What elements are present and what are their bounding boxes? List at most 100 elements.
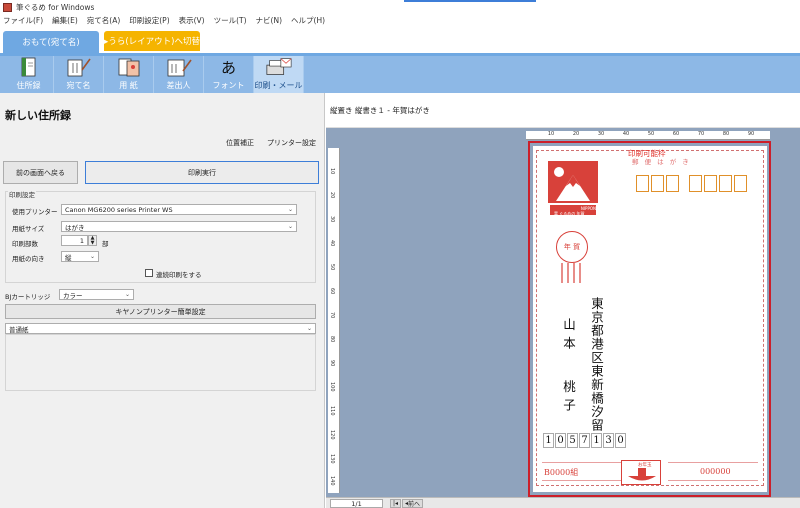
print-execute-button[interactable]: 印刷実行 (85, 161, 319, 184)
ruler-tick-label: 140 (329, 476, 335, 486)
sender-zip-digit: 1 (543, 433, 554, 448)
ruler-tick-label: 20 (329, 192, 335, 199)
chevron-down-icon: ⌄ (89, 253, 95, 260)
panel-links: 位置補正 プリンター設定 (226, 138, 316, 148)
toolbar-print-mail-button[interactable]: 印刷・メール (254, 56, 304, 93)
zip-box (666, 175, 679, 192)
ruler-tick-label: 60 (672, 131, 680, 137)
title-bar: 筆ぐるめ for Windows (0, 0, 800, 14)
toolbar-font-button[interactable]: あ フォント (204, 56, 254, 93)
cartridge-select[interactable]: カラー ⌄ (59, 289, 134, 300)
postcard-heading: 郵 便 は が き (632, 158, 691, 166)
ruler-tick-label: 10 (329, 168, 335, 175)
ruler-tick-label: 40 (329, 240, 335, 247)
tab-switch-back[interactable]: ▸うら(レイアウト)へ切替 (104, 31, 200, 51)
zip-box (719, 175, 732, 192)
ruler-tick-label: 30 (329, 216, 335, 223)
paper-icon (115, 56, 143, 78)
status-bar: 1/1 |◂ ◂ 前へ (326, 497, 800, 508)
canon-easy-setup-button[interactable]: キヤノンプリンター簡単設定 (5, 304, 316, 319)
menu-view[interactable]: 表示(V) (179, 15, 205, 26)
lottery-band (542, 462, 622, 463)
ruler-left: 10 20 30 40 50 60 70 80 90 100 110 120 1… (328, 148, 340, 493)
zip-box (636, 175, 649, 192)
printer-settings-link[interactable]: プリンター設定 (267, 138, 316, 148)
toolbar-paper-button[interactable]: 用 紙 (104, 56, 154, 93)
font-icon: あ (215, 56, 243, 78)
menu-address[interactable]: 宛て名(A) (87, 15, 120, 26)
new-year-postmark: 年 賀 (556, 231, 588, 263)
copies-label: 印刷部数 (12, 240, 38, 248)
toolbar-address-book-button[interactable]: 住所録 (4, 56, 54, 93)
media-value: 普通紙 (9, 325, 29, 334)
position-correction-link[interactable]: 位置補正 (226, 138, 254, 148)
toolbar-label: 差出人 (166, 81, 191, 90)
prize-label: お年玉 (638, 463, 652, 468)
address-book-icon (15, 56, 43, 78)
preview-header: 縦置き 縦書き１ - 年賀はがき (326, 93, 800, 128)
lottery-number: 000000 (700, 467, 731, 476)
ruler-tick-label: 50 (329, 264, 335, 271)
window-title: 筆ぐるめ for Windows (16, 2, 95, 12)
prev-page-button[interactable]: ◂ 前へ (402, 499, 424, 508)
cartridge-label: BJカートリッジ (5, 293, 51, 301)
prize-emblem: お年玉 (621, 460, 661, 485)
lottery-band (542, 480, 622, 481)
printer-label: 使用プリンター (12, 208, 58, 216)
toolbar-label: 宛て名 (66, 81, 91, 90)
menu-edit[interactable]: 編集(E) (52, 15, 78, 26)
printer-icon (265, 56, 293, 78)
menu-navi[interactable]: ナビ(N) (256, 15, 282, 26)
ruler-tick-label: 80 (722, 131, 730, 137)
printer-options-box (5, 334, 316, 391)
postmark-text: 年 賀 (563, 243, 581, 251)
font-glyph: あ (220, 58, 236, 77)
menu-tools[interactable]: ツール(T) (214, 15, 247, 26)
ruler-tick-label: 110 (329, 406, 335, 416)
sender-zip-digit: 1 (591, 433, 602, 448)
back-button[interactable]: 前の画面へ戻る (3, 161, 78, 184)
prev-page-label: 前へ (408, 501, 421, 508)
lottery-group-number: B0000組 (544, 468, 579, 477)
toolbar-label: 住所録 (16, 81, 41, 90)
lottery-band (668, 462, 758, 463)
sender-zip-digit: 0 (615, 433, 626, 448)
toolbar-sender-button[interactable]: 差出人 (154, 56, 204, 93)
toolbar-addressee-button[interactable]: 宛て名 (54, 56, 104, 93)
zip-box (734, 175, 747, 192)
recipient-last-name[interactable]: 山 本 (559, 318, 578, 350)
zip-box (689, 175, 702, 192)
menu-file[interactable]: ファイル(F) (3, 15, 43, 26)
menu-help[interactable]: ヘルプ(H) (291, 15, 325, 26)
tab-front[interactable]: おもて(宛て名) (3, 31, 99, 53)
orientation-value: 縦 (65, 253, 72, 262)
media-select[interactable]: 普通紙 ⌄ (5, 323, 316, 334)
ruler-tick-label: 20 (572, 131, 580, 137)
postmark-lines-icon (561, 263, 581, 283)
orientation-select[interactable]: 縦 ⌄ (61, 251, 99, 262)
panel-title: 新しい住所録 (5, 109, 71, 122)
ruler-tick-label: 50 (647, 131, 655, 137)
first-page-button[interactable]: |◂ (390, 499, 402, 508)
sender-zip: 1 0 5 7 1 3 0 (543, 433, 626, 448)
continuous-print-checkbox[interactable] (145, 269, 153, 277)
app-icon (3, 2, 12, 12)
recipient-first-name[interactable]: 桃 子 (559, 380, 578, 412)
copies-input[interactable]: 1 (61, 235, 88, 246)
recipient-address[interactable]: 東京都港区東新橋汐留 (587, 297, 606, 432)
print-settings-panel: 新しい住所録 位置補正 プリンター設定 前の画面へ戻る 印刷実行 印刷設定 使用… (0, 93, 325, 508)
sender-zip-digit: 0 (555, 433, 566, 448)
ruler-tick-label: 130 (329, 454, 335, 464)
first-page-icon: |◂ (393, 500, 399, 507)
sender-zip-digit: 5 (567, 433, 578, 448)
ruler-tick-label: 70 (329, 312, 335, 319)
copies-unit: 部 (102, 240, 109, 248)
copies-stepper[interactable]: ▲ ▼ (88, 235, 97, 246)
toolbar-label: フォント (212, 81, 245, 90)
paper-size-select[interactable]: はがき ⌄ (61, 221, 297, 232)
printer-select[interactable]: Canon MG6200 series Printer WS ⌄ (61, 204, 297, 215)
lottery-band (668, 480, 758, 481)
ruler-tick-label: 40 (622, 131, 630, 137)
paper-size-value: はがき (65, 223, 85, 232)
menu-print-settings[interactable]: 印刷設定(P) (129, 15, 169, 26)
